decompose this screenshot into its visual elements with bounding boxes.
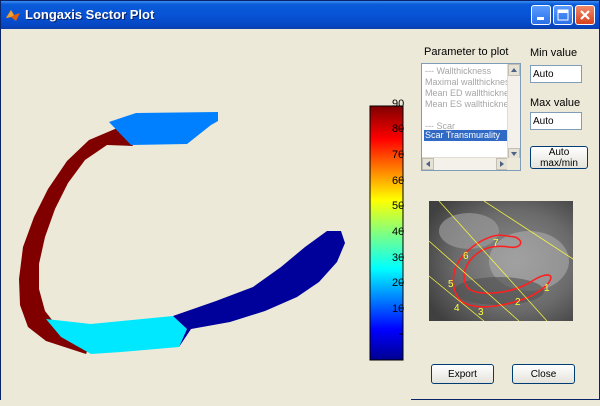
- sector-label: 4: [454, 303, 460, 314]
- list-item[interactable]: Maximal wallthickness: [424, 77, 509, 88]
- max-value-input[interactable]: [530, 112, 582, 130]
- scroll-left-button[interactable]: [422, 158, 434, 170]
- vertical-scrollbar[interactable]: [507, 64, 520, 160]
- sector-label: 3: [478, 307, 484, 318]
- min-value-input[interactable]: [530, 65, 582, 83]
- minimize-button[interactable]: [531, 5, 551, 25]
- sector-segment-cyan: [46, 316, 187, 354]
- colorbar-tick-label: 60: [392, 175, 405, 187]
- mri-image: 1 2 3 4 5 6 7: [429, 201, 573, 321]
- colorbar-tick-label: 70: [392, 149, 405, 161]
- colorbar-tick-label: 90: [392, 98, 405, 110]
- auto-max-min-button[interactable]: Auto max/min: [530, 146, 588, 169]
- sector-label: 7: [493, 238, 499, 249]
- maximize-button[interactable]: [553, 5, 573, 25]
- list-item[interactable]: [424, 110, 509, 121]
- maximize-icon: [557, 9, 569, 21]
- list-item[interactable]: --- Wallthickness: [424, 66, 509, 77]
- sector-label: 5: [448, 279, 454, 290]
- close-window-button[interactable]: [575, 5, 595, 25]
- sector-label: 2: [515, 297, 521, 308]
- arrow-up-icon: [511, 68, 517, 72]
- colorbar-tick-label: 50: [392, 200, 405, 212]
- title-bar[interactable]: Longaxis Sector Plot: [1, 1, 599, 29]
- parameter-listbox[interactable]: --- Wallthickness Maximal wallthickness …: [421, 63, 521, 171]
- colorbar-tick-label: 80: [392, 123, 405, 135]
- sector-segment-red: [19, 126, 133, 354]
- list-item-selected[interactable]: Scar Transmurality: [424, 130, 509, 141]
- parameter-label: Parameter to plot: [424, 46, 509, 58]
- colorbar-tick-label: 10: [392, 303, 405, 315]
- list-item[interactable]: Mean ED wallthickness: [424, 88, 509, 99]
- close-button[interactable]: Close: [512, 364, 575, 384]
- scroll-up-button[interactable]: [508, 64, 520, 76]
- arrow-left-icon: [426, 161, 430, 167]
- sector-plot-area: [1, 29, 411, 401]
- min-value-label: Min value: [530, 47, 578, 59]
- colorbar-tick-label: 40: [392, 226, 405, 238]
- list-item[interactable]: Mean ES wallthickness: [424, 99, 509, 110]
- sector-segment-dark-blue: [173, 231, 345, 347]
- sector-plot: [19, 112, 345, 354]
- sector-label: 1: [544, 283, 550, 294]
- colorbar-tick-label: 30: [392, 252, 405, 264]
- export-button[interactable]: Export: [431, 364, 494, 384]
- scroll-corner: [507, 158, 520, 170]
- window-title: Longaxis Sector Plot: [25, 7, 155, 22]
- colorbar-tick-label: 20: [392, 277, 405, 289]
- close-icon: [580, 10, 590, 20]
- arrow-right-icon: [500, 161, 504, 167]
- mri-thumbnail: 1 2 3 4 5 6 7: [429, 201, 573, 321]
- minimize-icon: [537, 17, 544, 20]
- max-value-label: Max value: [530, 97, 581, 109]
- horizontal-scrollbar[interactable]: [422, 157, 508, 170]
- main-window: Longaxis Sector Plot 90 80 70 60 50 40 3…: [0, 0, 600, 401]
- matlab-icon: [6, 10, 20, 21]
- sector-label: 6: [463, 251, 469, 262]
